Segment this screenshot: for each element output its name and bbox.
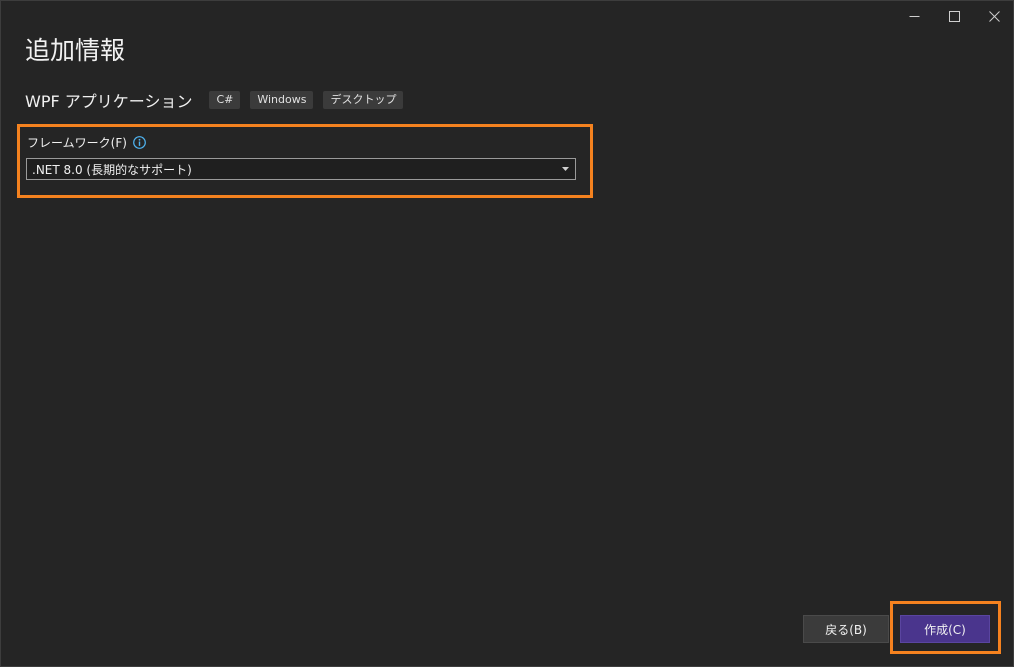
tag-project-type: デスクトップ (323, 91, 404, 109)
maximize-icon (948, 10, 960, 22)
tag-platform: Windows (250, 91, 314, 109)
tag-language: C# (209, 91, 241, 109)
framework-highlight-frame: フレームワーク(F) .NET 8.0 (長期的なサポート) (17, 124, 593, 198)
framework-selected-value: .NET 8.0 (長期的なサポート) (32, 162, 192, 177)
template-name: WPF アプリケーション (25, 92, 193, 111)
maximize-button[interactable] (932, 1, 976, 31)
create-button[interactable]: 作成(C) (900, 615, 990, 643)
chevron-down-icon (562, 167, 569, 171)
back-button[interactable]: 戻る(B) (803, 615, 889, 643)
template-header: WPF アプリケーション C# Windows デスクトップ (25, 89, 413, 111)
info-icon[interactable] (133, 136, 146, 149)
page-title: 追加情報 (25, 36, 126, 65)
framework-dropdown[interactable]: .NET 8.0 (長期的なサポート) (26, 158, 576, 180)
minimize-icon (909, 15, 919, 17)
framework-label: フレームワーク(F) (27, 136, 127, 150)
dialog-window: 追加情報 WPF アプリケーション C# Windows デスクトップ フレーム… (0, 0, 1014, 667)
close-icon (988, 10, 1000, 22)
close-button[interactable] (972, 1, 1014, 31)
minimize-button[interactable] (892, 1, 936, 31)
framework-label-row: フレームワーク(F) (27, 134, 146, 151)
